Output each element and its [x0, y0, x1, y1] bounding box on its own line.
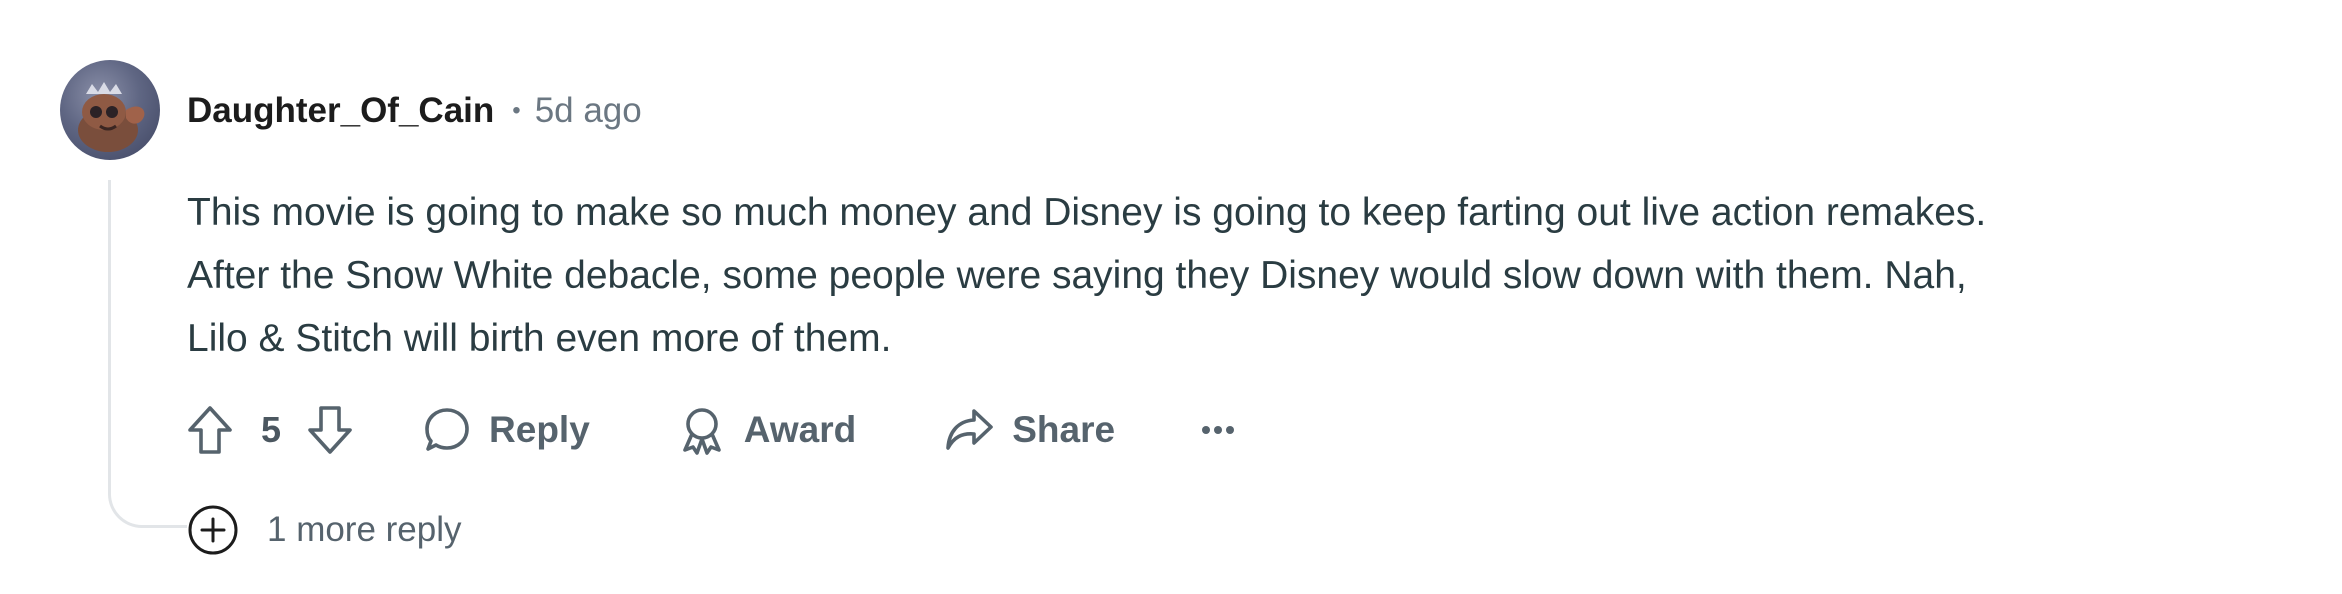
comment-actions: 5 Reply Award Share [187, 400, 1235, 460]
speech-bubble-icon [423, 406, 471, 454]
vote-count: 5 [261, 409, 282, 450]
share-button[interactable]: Share [944, 406, 1115, 454]
comment-meta: Daughter_Of_Cain • 5d ago [187, 88, 642, 134]
arrow-down-icon[interactable] [307, 405, 353, 455]
avatar[interactable] [60, 60, 160, 160]
ellipsis-icon[interactable] [1201, 424, 1235, 436]
more-replies-button[interactable]: 1 more reply [187, 505, 468, 555]
meta-separator: • [512, 97, 521, 124]
share-arrow-icon [944, 406, 994, 454]
comment-body-line: This movie is going to make so much mone… [187, 191, 1987, 234]
more-replies-label: 1 more reply [267, 510, 462, 549]
share-label: Share [1012, 409, 1116, 450]
award-button[interactable]: Award [678, 405, 856, 455]
comment-body-line: Lilo & Stitch will birth even more of th… [187, 317, 892, 360]
comment-body-line: After the Snow White debacle, some peopl… [187, 254, 1967, 297]
comment-body: This movie is going to make so much mone… [187, 181, 2327, 370]
thread-line [108, 180, 188, 528]
timestamp[interactable]: 5d ago [535, 91, 642, 131]
plus-circle-icon [187, 504, 239, 556]
award-label: Award [743, 409, 857, 450]
reply-button[interactable]: Reply [423, 406, 590, 454]
reply-label: Reply [489, 409, 590, 450]
avatar-icon [78, 82, 145, 152]
award-icon [678, 405, 726, 455]
arrow-up-icon[interactable] [187, 405, 233, 455]
username[interactable]: Daughter_Of_Cain [187, 91, 494, 131]
